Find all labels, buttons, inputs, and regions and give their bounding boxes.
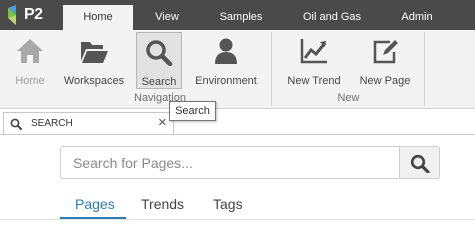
tab-oil-and-gas[interactable]: Oil and Gas: [292, 0, 372, 30]
tab-admin[interactable]: Admin: [386, 0, 448, 30]
document-tab-title: SEARCH: [31, 118, 73, 129]
search-submit-button[interactable]: [399, 146, 440, 179]
search-ribbon-button[interactable]: Search: [136, 32, 182, 89]
subtab-divider: [0, 219, 475, 220]
new-group-label: New: [337, 92, 360, 104]
trend-chart-icon: [300, 39, 327, 64]
search-ribbon-button-label: Search: [141, 76, 177, 88]
new-trend-button[interactable]: New Trend: [283, 32, 345, 89]
p2-logo: P2: [6, 4, 54, 28]
tab-strip-divider: [0, 134, 475, 135]
search-document-tab[interactable]: SEARCH ×: [3, 112, 174, 135]
tab-home[interactable]: Home: [63, 5, 133, 30]
subtab-tags[interactable]: Tags: [213, 196, 243, 212]
workspaces-button[interactable]: Workspaces: [60, 32, 128, 89]
environment-button[interactable]: Environment: [190, 32, 262, 89]
workspaces-button-label: Workspaces: [63, 75, 125, 87]
new-page-button-label: New Page: [359, 75, 411, 87]
ribbon-group-separator: [424, 32, 425, 106]
subtab-pages[interactable]: Pages: [75, 196, 115, 212]
tab-samples[interactable]: Samples: [208, 0, 274, 30]
home-icon: [17, 39, 43, 63]
top-menu-bar: P2 Home View Samples Oil and Gas Admin: [0, 0, 475, 30]
edit-page-icon: [373, 40, 398, 64]
logo-text: P2: [24, 6, 43, 23]
search-input[interactable]: [60, 146, 400, 179]
ribbon: Home Workspaces Search Environment Navig…: [0, 30, 475, 109]
home-button-label: Home: [15, 75, 45, 87]
search-tooltip: Search: [169, 101, 216, 121]
home-button[interactable]: Home: [8, 32, 52, 89]
environment-button-label: Environment: [195, 75, 257, 87]
navigation-group-label: Navigation: [134, 92, 186, 104]
user-icon: [215, 38, 237, 64]
new-trend-button-label: New Trend: [287, 75, 341, 87]
active-subtab-indicator: [60, 217, 126, 219]
search-icon: [10, 118, 22, 130]
new-page-button[interactable]: New Page: [356, 32, 414, 89]
search-icon: [410, 154, 430, 173]
search-icon: [146, 40, 173, 66]
folder-open-icon: [81, 42, 108, 63]
subtab-trends[interactable]: Trends: [141, 196, 184, 212]
tab-view[interactable]: View: [140, 0, 194, 30]
ribbon-group-separator: [271, 32, 272, 106]
